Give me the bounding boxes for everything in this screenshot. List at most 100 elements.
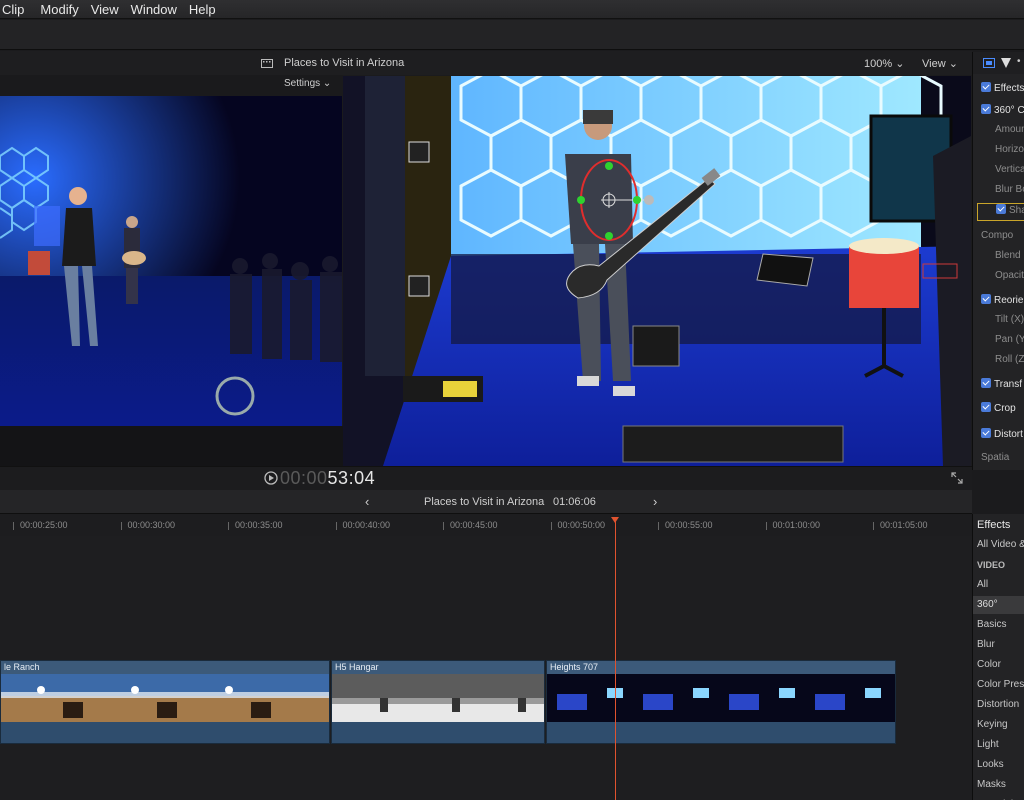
inspector-row-4[interactable]: Vertica <box>973 164 1024 182</box>
playhead[interactable] <box>615 517 616 800</box>
viewer-footer <box>0 466 972 490</box>
left-viewer-image <box>0 96 342 426</box>
inspector-row-label: Opacit <box>995 270 1024 281</box>
effects-category-10[interactable]: Light <box>973 736 1024 754</box>
left-viewer-footer <box>0 426 343 466</box>
inspector-row-label: Vertica <box>995 164 1024 175</box>
inspector-row-5[interactable]: Blur Bo <box>973 184 1024 202</box>
timecode-display: 00:0053:04 <box>280 468 375 489</box>
settings-dropdown[interactable]: Settings ⌄ <box>284 78 331 89</box>
effects-category-7[interactable]: Color Prese <box>973 676 1024 694</box>
effects-category-5[interactable]: Blur <box>973 636 1024 654</box>
checkbox[interactable] <box>981 428 991 438</box>
inspector-row-label: Amount <box>995 124 1024 135</box>
ruler-label: 00:00:55:00 <box>665 520 713 530</box>
inspector-row-label: Crop <box>994 403 1016 414</box>
effects-category-11[interactable]: Looks <box>973 756 1024 774</box>
inspector-row-label: Blend <box>995 250 1021 261</box>
effects-category-9[interactable]: Keying <box>973 716 1024 734</box>
clip-title: le Ranch <box>4 662 40 672</box>
clip-heights-707[interactable]: Heights 707 <box>546 660 896 744</box>
ruler-label: 00:01:05:00 <box>880 520 928 530</box>
clip-ranch[interactable]: le Ranch <box>0 660 330 744</box>
inspector-row-6[interactable]: Sha <box>977 203 1024 221</box>
ruler-tick <box>550 522 552 530</box>
checkbox[interactable] <box>996 204 1006 214</box>
effects-browser: All Video & VIDEO All 360° Basics Blur Color Co… <box>972 514 1024 800</box>
inspector-row-label: 360° C <box>994 105 1024 116</box>
ruler-label: 00:00:45:00 <box>450 520 498 530</box>
clip-h5-hangar[interactable]: H5 Hangar <box>331 660 545 744</box>
inspector-row-16[interactable]: Distort <box>973 428 1024 446</box>
inspector-row-8[interactable]: Blend <box>973 250 1024 268</box>
inspector-row-9[interactable]: Opacit <box>973 270 1024 288</box>
main-viewer[interactable] <box>343 76 971 466</box>
checkbox[interactable] <box>981 402 991 412</box>
checkbox[interactable] <box>981 82 991 92</box>
effects-title: Effects <box>977 519 1011 531</box>
clip-thumbnails <box>1 674 329 722</box>
effects-category-3[interactable]: 360° <box>973 596 1024 614</box>
final-cut-window: Clip Modify View Window Help Places to V… <box>0 0 1024 800</box>
inspector-row-label: Effects <box>994 83 1024 94</box>
inspector-row-1[interactable]: 360° C <box>973 104 1024 122</box>
inspector-row-12[interactable]: Pan (Y) <box>973 334 1024 352</box>
video-inspector-icon[interactable] <box>983 58 995 68</box>
menu-view[interactable]: View <box>91 2 131 17</box>
clip-title: H5 Hangar <box>335 662 379 672</box>
clip-audio <box>547 722 895 743</box>
inspector-row-0[interactable]: Effects <box>973 82 1024 100</box>
menu-clip[interactable]: Clip <box>0 2 40 17</box>
ruler-tick <box>228 522 229 530</box>
ruler-tick <box>873 522 874 530</box>
effects-category-8[interactable]: Distortion <box>973 696 1024 714</box>
clip-title: Heights 707 <box>550 662 599 672</box>
main-viewer-image <box>343 76 971 466</box>
inspector-row-15[interactable]: Crop <box>973 402 1024 420</box>
play-icon[interactable] <box>264 471 278 485</box>
more-icon[interactable]: • <box>1017 56 1021 67</box>
timecode-bright: 53:04 <box>327 468 376 488</box>
ruler-tick <box>13 522 14 530</box>
inspector-row-3[interactable]: Horizo <box>973 144 1024 162</box>
checkbox[interactable] <box>981 294 991 304</box>
timeline-ruler[interactable]: 00:00:25:00 00:00:30:00 00:00:35:00 00:00:4… <box>0 514 972 536</box>
effects-category-6[interactable]: Color <box>973 656 1024 674</box>
inspector-row-13[interactable]: Roll (Z) <box>973 354 1024 372</box>
left-360-viewer[interactable] <box>0 96 342 426</box>
inspector-row-11[interactable]: Tilt (X) <box>973 314 1024 332</box>
chevron-left-icon[interactable]: ‹ <box>365 494 369 509</box>
ruler-label: 00:00:30:00 <box>127 520 176 530</box>
inspector-row-7[interactable]: Compo <box>973 230 1024 248</box>
timeline-project-title: Places to Visit in Arizona <box>424 496 545 508</box>
view-dropdown[interactable]: View ⌄ <box>922 57 958 70</box>
effects-category-1[interactable]: VIDEO <box>973 556 1024 574</box>
inspector-row-label: Compo <box>981 230 1014 241</box>
ruler-label: 00:00:35:00 <box>235 520 283 530</box>
checkbox[interactable] <box>981 378 991 388</box>
menu-help[interactable]: Help <box>189 2 228 17</box>
inspector-row-label: Horizo <box>995 144 1024 155</box>
inspector-row-label: Sha <box>1009 205 1024 216</box>
ruler-tick <box>658 522 659 530</box>
effects-category-0[interactable]: All Video & <box>973 536 1024 554</box>
ruler-tick <box>335 522 337 530</box>
effects-category-2[interactable]: All <box>973 576 1024 594</box>
chevron-right-icon[interactable]: › <box>653 494 657 509</box>
checkbox[interactable] <box>981 104 991 114</box>
color-inspector-icon[interactable] <box>1001 58 1011 68</box>
inspector-row-2[interactable]: Amount <box>973 124 1024 142</box>
ruler-tick <box>765 522 767 530</box>
inspector-row-label: Reorie <box>994 295 1024 306</box>
effects-category-12[interactable]: Masks <box>973 776 1024 794</box>
inspector-row-10[interactable]: Reorie <box>973 294 1024 312</box>
zoom-dropdown[interactable]: 100% ⌄ <box>864 57 904 70</box>
effects-category-4[interactable]: Basics <box>973 616 1024 634</box>
inspector-row-17[interactable]: Spatia <box>973 452 1024 470</box>
inspector-row-14[interactable]: Transf <box>973 378 1024 396</box>
ruler-label: 00:00:25:00 <box>20 520 68 530</box>
menu-modify[interactable]: Modify <box>40 2 90 17</box>
menu-window[interactable]: Window <box>131 2 189 17</box>
fullscreen-icon[interactable] <box>951 472 963 484</box>
effects-category-13[interactable]: Nostalgia <box>973 796 1024 800</box>
